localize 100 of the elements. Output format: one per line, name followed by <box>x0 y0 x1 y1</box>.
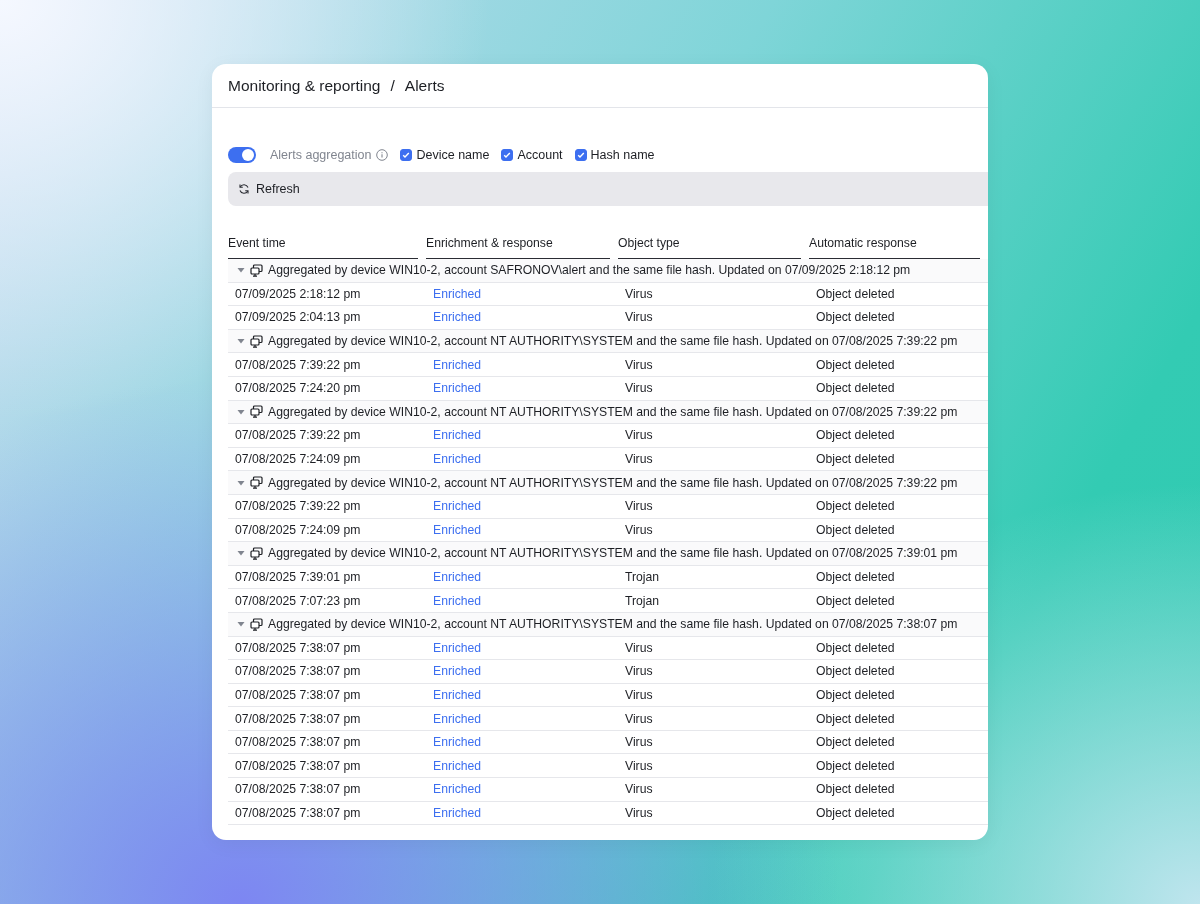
caret-icon[interactable] <box>237 407 245 416</box>
object-type-cell: Virus <box>625 758 653 773</box>
object-type-cell: Virus <box>625 286 653 301</box>
object-type-cell: Virus <box>625 688 653 702</box>
event-time-cell: 07/08/2025 7:38:07 pm <box>235 711 361 726</box>
response-cell: Object deleted <box>816 782 895 797</box>
group-label: Aggregated by device WIN10-2, account NT AUTHORITY\SYSTEM and the same file hash. Updated on 07/08/2025 7:39:22 pm <box>268 404 958 419</box>
devices-icon <box>250 476 263 490</box>
enrichment-link[interactable]: Enriched <box>433 688 482 702</box>
checkbox-label: Device name <box>416 148 490 162</box>
checkbox[interactable] <box>574 149 587 161</box>
object-type-cell: Virus <box>625 357 653 372</box>
checkbox-label: Account <box>517 148 563 162</box>
caret-icon[interactable] <box>237 266 245 275</box>
enrichment-link[interactable]: Enriched <box>433 428 482 443</box>
response-cell: Object deleted <box>816 522 895 537</box>
object-type-cell: Virus <box>625 782 653 797</box>
object-type-cell: Virus <box>625 499 653 514</box>
object-type-cell: Virus <box>625 310 653 325</box>
enrichment-link[interactable]: Enriched <box>433 381 482 396</box>
object-type-cell: Virus <box>625 428 653 443</box>
caret-icon[interactable] <box>237 620 245 629</box>
event-time-cell: 07/08/2025 7:39:22 pm <box>235 428 361 443</box>
response-cell: Object deleted <box>816 758 895 773</box>
info-icon[interactable] <box>376 149 389 161</box>
event-time-cell: 07/08/2025 7:38:07 pm <box>235 640 361 655</box>
response-cell: Object deleted <box>816 310 895 325</box>
enrichment-link[interactable]: Enriched <box>433 782 482 797</box>
page-title: Alerts <box>404 76 445 95</box>
object-type-cell: Virus <box>625 381 653 396</box>
event-time-cell: 07/08/2025 7:39:01 pm <box>235 570 361 584</box>
breadcrumb-link[interactable]: Monitoring & reporting <box>228 76 381 95</box>
response-cell: Object deleted <box>816 593 895 608</box>
event-time-cell: 07/08/2025 7:38:07 pm <box>235 664 361 679</box>
event-time-cell: 07/08/2025 7:24:09 pm <box>235 522 361 537</box>
response-cell: Object deleted <box>816 711 895 726</box>
enrichment-link[interactable]: Enriched <box>433 310 482 325</box>
aggregation-toggle[interactable] <box>228 147 256 163</box>
event-time-cell: 07/08/2025 7:39:22 pm <box>235 499 361 514</box>
enrichment-link[interactable]: Enriched <box>433 640 482 655</box>
event-time-cell: 07/08/2025 7:39:22 pm <box>235 357 361 372</box>
event-time-cell: 07/08/2025 7:24:09 pm <box>235 452 361 467</box>
enrichment-link[interactable]: Enriched <box>433 522 482 537</box>
response-cell: Object deleted <box>816 499 895 514</box>
devices-icon <box>250 405 263 419</box>
checkbox[interactable] <box>400 149 413 161</box>
event-time-cell: 07/09/2025 2:18:12 pm <box>235 286 361 301</box>
response-cell: Object deleted <box>816 357 895 372</box>
enrichment-link[interactable]: Enriched <box>433 664 482 679</box>
enrichment-link[interactable]: Enriched <box>433 499 482 514</box>
enrichment-link[interactable]: Enriched <box>433 286 482 301</box>
enrichment-link[interactable]: Enriched <box>433 735 482 750</box>
checkbox-label: Hash name <box>590 148 655 162</box>
response-cell: Object deleted <box>816 664 895 679</box>
object-type-cell: Virus <box>625 735 653 750</box>
response-cell: Object deleted <box>816 286 895 301</box>
response-cell: Object deleted <box>816 640 895 655</box>
checkbox[interactable] <box>501 149 514 161</box>
response-cell: Object deleted <box>816 805 895 820</box>
group-label: Aggregated by device WIN10-2, account SAFRONOV\alert and the same file hash. Updated on 07/09/2025 2:18:12 pm <box>268 263 911 278</box>
devices-icon <box>250 263 263 277</box>
object-type-cell: Virus <box>625 640 653 655</box>
object-type-cell: Trojan <box>625 570 660 584</box>
enrichment-link[interactable]: Enriched <box>433 805 482 820</box>
response-cell: Object deleted <box>816 381 895 396</box>
group-label: Aggregated by device WIN10-2, account NT AUTHORITY\SYSTEM and the same file hash. Updated on 07/08/2025 7:39:22 pm <box>268 334 958 349</box>
object-type-cell: Virus <box>625 452 653 467</box>
refresh-icon <box>238 183 250 195</box>
enrichment-link[interactable]: Enriched <box>433 758 482 773</box>
event-time-cell: 07/08/2025 7:38:07 pm <box>235 688 361 702</box>
event-time-cell: 07/08/2025 7:24:20 pm <box>235 381 361 396</box>
object-type-cell: Virus <box>625 522 653 537</box>
response-cell: Object deleted <box>816 735 895 750</box>
caret-icon[interactable] <box>237 337 245 346</box>
devices-icon <box>250 617 263 631</box>
event-time-cell: 07/08/2025 7:38:07 pm <box>235 805 361 820</box>
enrichment-link[interactable]: Enriched <box>433 593 482 608</box>
enrichment-link[interactable]: Enriched <box>433 452 482 467</box>
devices-icon <box>250 546 263 560</box>
caret-icon[interactable] <box>237 478 245 487</box>
enrichment-link[interactable]: Enriched <box>433 357 482 372</box>
group-label: Aggregated by device WIN10-2, account NT AUTHORITY\SYSTEM and the same file hash. Updated on 07/08/2025 7:39:01 pm <box>268 546 958 561</box>
caret-icon[interactable] <box>237 549 245 558</box>
response-cell: Object deleted <box>816 688 895 702</box>
group-label: Aggregated by device WIN10-2, account NT AUTHORITY\SYSTEM and the same file hash. Updated on 07/08/2025 7:38:07 pm <box>268 617 958 632</box>
group-label: Aggregated by device WIN10-2, account NT AUTHORITY\SYSTEM and the same file hash. Updated on 07/08/2025 7:39:22 pm <box>268 475 958 490</box>
event-time-cell: 07/08/2025 7:07:23 pm <box>235 593 361 608</box>
aggregation-label: Alerts aggregation <box>270 148 372 162</box>
enrichment-link[interactable]: Enriched <box>433 570 482 584</box>
devices-icon <box>250 334 263 348</box>
refresh-button[interactable]: Refresh <box>228 172 988 206</box>
enrichment-link[interactable]: Enriched <box>433 711 482 726</box>
object-type-cell: Virus <box>625 711 653 726</box>
response-cell: Object deleted <box>816 428 895 443</box>
response-cell: Object deleted <box>816 452 895 467</box>
response-cell: Object deleted <box>816 570 895 584</box>
event-time-cell: 07/09/2025 2:04:13 pm <box>235 310 361 325</box>
event-time-cell: 07/08/2025 7:38:07 pm <box>235 758 361 773</box>
event-time-cell: 07/08/2025 7:38:07 pm <box>235 735 361 750</box>
event-time-cell: 07/08/2025 7:38:07 pm <box>235 782 361 797</box>
